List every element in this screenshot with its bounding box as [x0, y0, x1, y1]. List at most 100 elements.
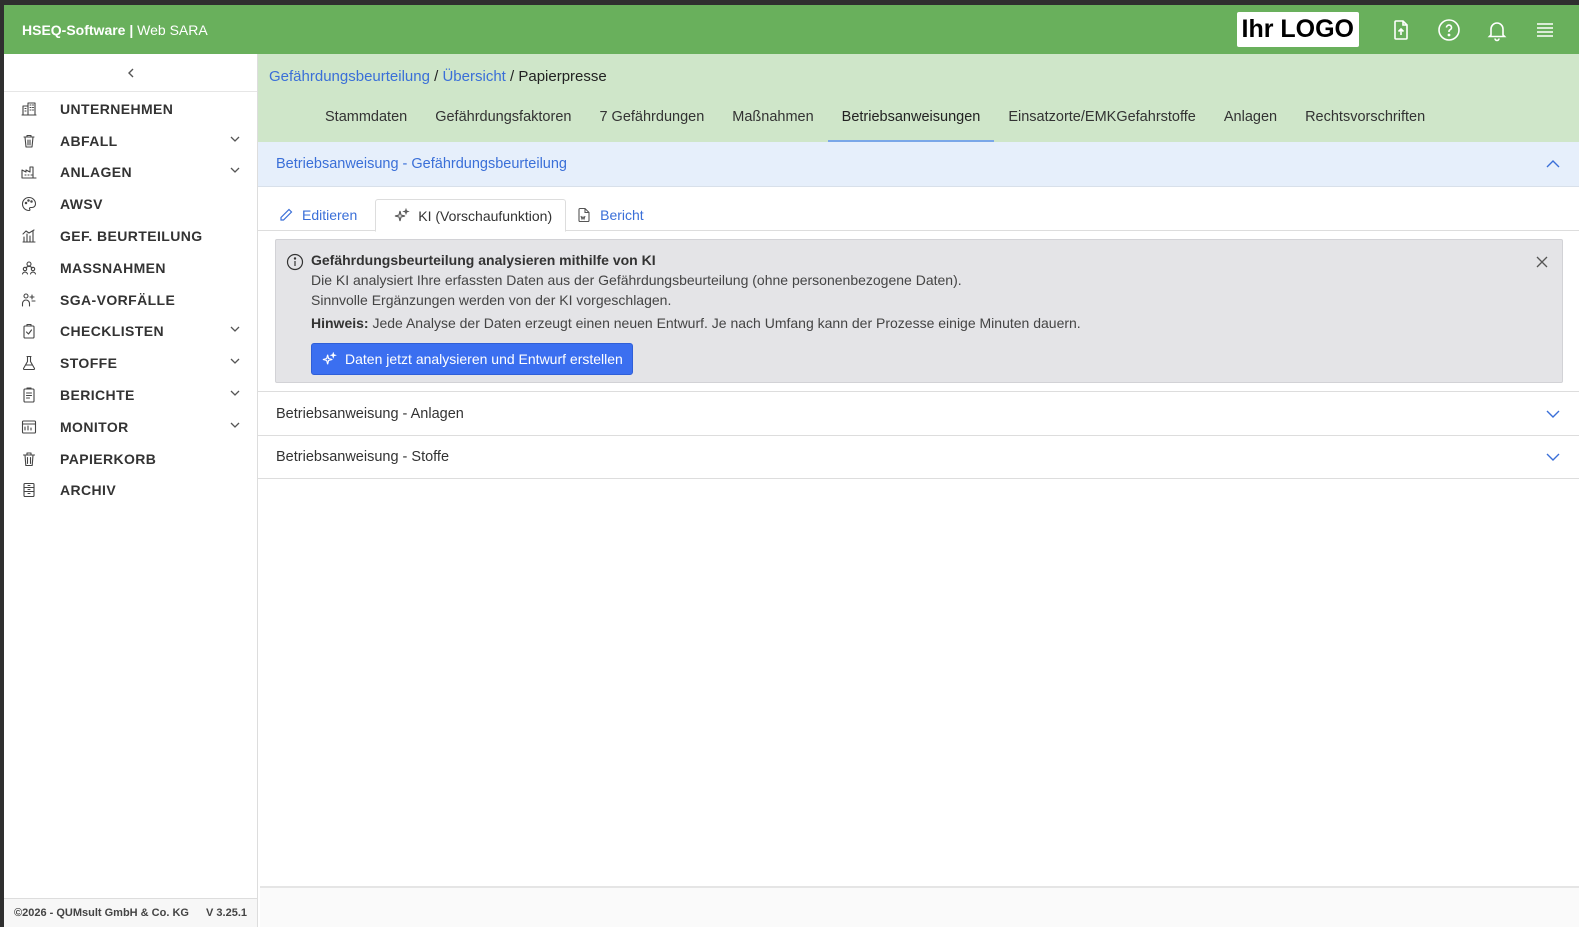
breadcrumb-link-uebersicht[interactable]: Übersicht — [442, 68, 505, 85]
info-text-line: Die KI analysiert Ihre erfassten Daten a… — [311, 272, 962, 288]
tab-rechtsvorschriften[interactable]: Rechtsvorschriften — [1291, 96, 1439, 142]
sidebar-item-label: ANLAGEN — [60, 164, 133, 181]
subtab-label: KI (Vorschaufunktion) — [418, 207, 553, 224]
sidebar-item-awsv[interactable]: AWSV — [4, 188, 257, 220]
monitor-icon — [20, 418, 38, 436]
sidebar-item-papierkorb[interactable]: PAPIERKORB — [4, 443, 257, 475]
sidebar-item-label: CHECKLISTEN — [60, 323, 164, 340]
clipboard-icon — [20, 322, 38, 340]
app-window: HSEQ-Software | Web SARA Ihr LOGO UNTERN… — [4, 5, 1579, 927]
accordion-header-gefaehrdungsbeurteilung[interactable]: Betriebsanweisung - Gefährdungsbeurteilu… — [258, 142, 1579, 187]
sidebar-item-archiv[interactable]: ARCHIV — [4, 475, 257, 507]
breadcrumb: Gefährdungsbeurteilung / Übersicht / Pap… — [269, 68, 607, 85]
chevron-down-icon — [229, 163, 241, 181]
bell-icon[interactable] — [1482, 15, 1512, 45]
brand-name: HSEQ-Software | — [22, 21, 134, 38]
tab-stammdaten[interactable]: Stammdaten — [311, 96, 421, 142]
sidebar-collapse-button[interactable] — [4, 54, 257, 92]
top-bar: HSEQ-Software | Web SARA Ihr LOGO — [4, 5, 1579, 54]
sparkle-icon — [322, 351, 337, 364]
chevron-down-icon — [229, 354, 241, 372]
breadcrumb-link-gefaehrdungsbeurteilung[interactable]: Gefährdungsbeurteilung — [269, 68, 430, 85]
accordion-title: Betriebsanweisung - Stoffe — [276, 449, 450, 465]
subtab-label: Bericht — [600, 207, 644, 223]
company-logo: Ihr LOGO — [1236, 12, 1359, 47]
menu-icon[interactable] — [1530, 15, 1560, 45]
chevron-down-icon — [229, 322, 241, 340]
subtab-ki[interactable]: KI (Vorschaufunktion) — [375, 199, 567, 232]
info-text-line: Sinnvolle Ergänzungen werden von der KI … — [311, 292, 672, 308]
tab-gefährdungsfaktoren[interactable]: Gefährdungsfaktoren — [421, 96, 585, 142]
incident-icon — [20, 291, 38, 309]
subtab-bericht[interactable]: Bericht — [572, 199, 656, 231]
info-icon — [286, 253, 304, 276]
subtab-editieren[interactable]: Editieren — [274, 199, 369, 231]
sidebar-item-label: SGA-VORFÄLLE — [60, 291, 176, 308]
chevron-down-icon — [1546, 410, 1560, 418]
accordion-title: Betriebsanweisung - Gefährdungsbeurteilu… — [276, 156, 567, 172]
factory-icon — [20, 163, 38, 181]
pencil-icon — [280, 208, 293, 221]
trash-icon — [20, 450, 38, 468]
sidebar-item-unternehmen[interactable]: UNTERNEHMEN — [4, 93, 257, 125]
sidebar: UNTERNEHMEN ABFALL ANLAGEN AWSV GEF. BEURTEI… — [4, 54, 258, 927]
sidebar-item-label: AWSV — [60, 196, 103, 213]
building-icon — [20, 100, 38, 118]
chart-icon — [20, 227, 38, 245]
main-tabs: Stammdaten Gefährdungsfaktoren 7 Gefährdun… — [311, 96, 1439, 142]
sidebar-item-monitor[interactable]: MONITOR — [4, 411, 257, 443]
sidebar-item-label: UNTERNEHMEN — [60, 100, 174, 117]
tab-betriebsanweisungen[interactable]: Betriebsanweisungen — [827, 96, 995, 142]
close-icon[interactable] — [1534, 254, 1550, 275]
waste-icon — [20, 132, 38, 150]
sidebar-item-label: MASSNAHMEN — [60, 259, 166, 276]
sidebar-item-label: ABFALL — [60, 132, 118, 149]
main-footer — [260, 886, 1579, 927]
sidebar-item-stoffe[interactable]: STOFFE — [4, 347, 257, 379]
main-content: Gefährdungsbeurteilung / Übersicht / Pap… — [258, 54, 1579, 927]
flask-icon — [20, 354, 38, 372]
breadcrumb-separator: / — [429, 68, 443, 85]
sidebar-item-label: GEF. BEURTEILUNG — [60, 228, 203, 245]
sidebar-nav: UNTERNEHMEN ABFALL ANLAGEN AWSV GEF. BEURTEI… — [4, 92, 257, 506]
sidebar-item-gef-beurteilung[interactable]: GEF. BEURTEILUNG — [4, 220, 257, 252]
analyze-button-label: Daten jetzt analysieren und Entwurf erst… — [345, 351, 623, 367]
sidebar-item-abfall[interactable]: ABFALL — [4, 125, 257, 157]
analyze-button[interactable]: Daten jetzt analysieren und Entwurf erst… — [311, 343, 633, 375]
tab-7-gefährdungen[interactable]: 7 Gefährdungen — [585, 96, 718, 142]
accordion-header-stoffe[interactable]: Betriebsanweisung - Stoffe — [258, 435, 1579, 479]
accordion-body: Editieren KI (Vorschaufunktion) Bericht — [258, 187, 1579, 383]
subtab-label: Editieren — [302, 207, 358, 223]
chevron-down-icon — [229, 386, 241, 404]
sidebar-item-berichte[interactable]: BERICHTE — [4, 379, 257, 411]
sub-tabs: Editieren KI (Vorschaufunktion) Bericht — [258, 199, 1579, 232]
ai-info-box: Gefährdungsbeurteilung analysieren mithi… — [275, 239, 1563, 383]
sidebar-item-massnahmen[interactable]: MASSNAHMEN — [4, 252, 257, 284]
report-icon — [20, 386, 38, 404]
sidebar-item-sga-vorfälle[interactable]: SGA-VORFÄLLE — [4, 284, 257, 316]
brand-product: Web SARA — [133, 21, 208, 38]
sidebar-item-checklisten[interactable]: CHECKLISTEN — [4, 316, 257, 348]
hint-text: Jede Analyse der Daten erzeugt einen neu… — [368, 315, 1081, 331]
breadcrumb-separator: / — [505, 68, 519, 85]
sidebar-item-label: PAPIERKORB — [60, 450, 157, 467]
sparkle-icon — [395, 207, 411, 221]
upload-icon[interactable] — [1386, 15, 1416, 45]
copyright-text: ©2026 - QUMsult GmbH & Co. KG — [14, 907, 189, 919]
help-icon[interactable] — [1434, 15, 1464, 45]
top-bar-actions: Ihr LOGO — [1236, 5, 1579, 54]
accordion-title: Betriebsanweisung - Anlagen — [276, 405, 464, 422]
tab-anlagen[interactable]: Anlagen — [1210, 96, 1291, 142]
palette-icon — [20, 195, 38, 213]
accordion-header-anlagen[interactable]: Betriebsanweisung - Anlagen — [258, 391, 1579, 435]
hint-label: Hinweis: — [311, 315, 369, 331]
tab-maßnahmen[interactable]: Maßnahmen — [718, 96, 827, 142]
sidebar-footer: ©2026 - QUMsult GmbH & Co. KG V 3.25.1 — [4, 898, 257, 927]
team-icon — [20, 259, 38, 277]
tab-einsatzorte-emkgefahrstoffe[interactable]: Einsatzorte/EMKGefahrstoffe — [994, 96, 1210, 142]
version-text: V 3.25.1 — [206, 907, 247, 919]
chevron-down-icon — [229, 418, 241, 436]
sidebar-item-label: MONITOR — [60, 418, 129, 435]
app-brand: HSEQ-Software | Web SARA — [22, 22, 208, 38]
sidebar-item-anlagen[interactable]: ANLAGEN — [4, 157, 257, 189]
